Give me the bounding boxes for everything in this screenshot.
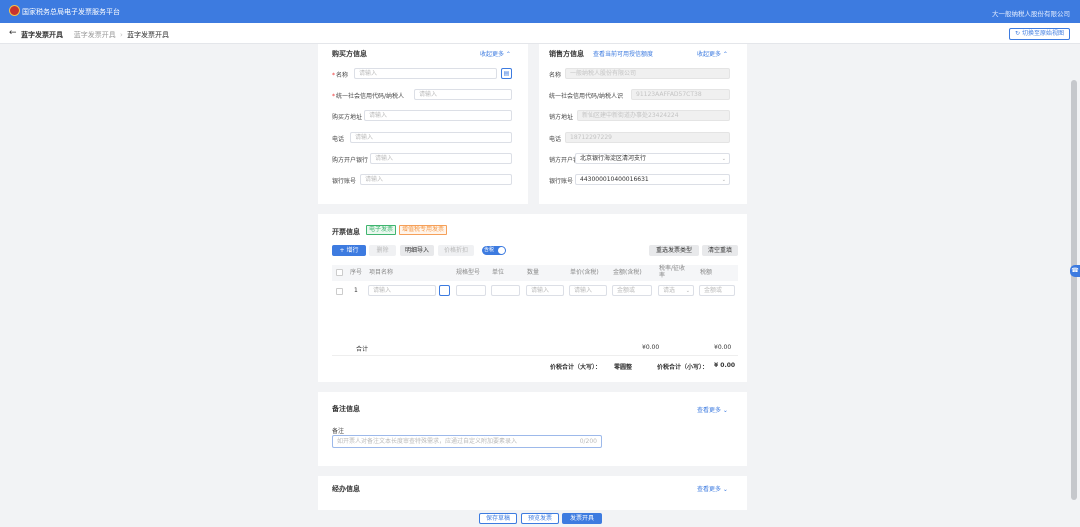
remark-title: 备注信息 bbox=[332, 405, 360, 413]
col-qty: 数量 bbox=[527, 269, 540, 276]
breadcrumb: 蓝字发票开具 蓝字发票开具 › 蓝字发票开具 bbox=[21, 31, 169, 39]
add-row-button[interactable]: + 增行 bbox=[332, 245, 366, 256]
app-title: 国家税务总局电子发票服务平台 bbox=[22, 8, 120, 16]
row-lookup-icon[interactable] bbox=[439, 285, 450, 296]
seller-collapse-link[interactable]: 收起更多 ⌃ bbox=[697, 49, 728, 58]
sum-upper-label: 价税合计（大写）： bbox=[550, 364, 602, 371]
col-price: 单价(含税) bbox=[570, 269, 599, 276]
bottom-action-bar: 保存草稿 预览发票 发票开具 bbox=[0, 510, 1080, 527]
seller-taxid-label: 统一社会信用代码/纳税人识 bbox=[549, 93, 624, 100]
switch-view-button[interactable]: ↻ 切换至原始视图 bbox=[1009, 28, 1070, 40]
seller-name-label: 名称 bbox=[549, 72, 562, 79]
row-checkbox[interactable] bbox=[336, 288, 343, 295]
row-spec-input[interactable] bbox=[456, 285, 486, 296]
buyer-phone-input[interactable]: 请输入 bbox=[350, 132, 512, 143]
company-name[interactable]: 大一般纳税人股份有限公司 bbox=[992, 8, 1070, 18]
remark-card: 备注信息 查看更多 ⌄ 备注 如开票人对备注文本长度审查特殊需求，应通过自定义附… bbox=[318, 392, 747, 466]
invoice-title: 开票信息 bbox=[332, 228, 360, 236]
save-draft-button[interactable]: 保存草稿 bbox=[479, 513, 517, 524]
tax-emblem-icon bbox=[9, 5, 20, 16]
seller-address-input: 新仙区建中新街道办事处23424224 bbox=[577, 110, 730, 121]
col-index: 序号 bbox=[350, 269, 363, 276]
row-amount-input[interactable]: 金额或 bbox=[612, 285, 652, 296]
table-header: 序号 项目名称 规格型号 单位 数量 单价(含税) 金额(含税) 税率/征收率 … bbox=[332, 265, 738, 281]
col-amount: 金额(含税) bbox=[613, 269, 642, 276]
row-tax-input[interactable]: 金额或 bbox=[699, 285, 735, 296]
remark-label: 备注 bbox=[332, 428, 345, 435]
page-scrollbar[interactable] bbox=[1071, 80, 1077, 500]
buyer-account-label: 银行账号 bbox=[332, 178, 357, 185]
table-row: 1 请输入 请输入 请输入 金额或 请选 ⌄ 金额或 bbox=[332, 283, 738, 299]
buyer-bank-label: 购方开户银行 bbox=[332, 157, 369, 164]
seller-bank-select[interactable]: 北京银行海淀区清河支行 ⌄ bbox=[575, 153, 730, 164]
buyer-lookup-icon[interactable]: ▤ bbox=[501, 68, 512, 79]
col-name: 项目名称 bbox=[369, 269, 394, 276]
row-qty-input[interactable]: 请输入 bbox=[526, 285, 564, 296]
detail-import-button[interactable]: 明细导入 bbox=[400, 245, 434, 256]
buyer-phone-label: 电话 bbox=[332, 136, 345, 143]
price-discount-button[interactable]: 价格折扣 bbox=[438, 245, 474, 256]
row-price-input[interactable]: 请输入 bbox=[569, 285, 607, 296]
vat-special-tag: 增值税专用发票 bbox=[399, 225, 448, 235]
top-bar: 国家税务总局电子发票服务平台 大一般纳税人股份有限公司 bbox=[0, 0, 1080, 23]
row-rate-select[interactable]: 请选 ⌄ bbox=[658, 285, 694, 296]
col-rate: 税率/征收率 bbox=[659, 265, 686, 279]
handler-card: 经办信息 查看更多 ⌄ bbox=[318, 476, 747, 510]
breadcrumb-item-current: 蓝字发票开具 bbox=[126, 31, 169, 39]
remark-textarea[interactable]: 如开票人对备注文本长度审查特殊需求，应通过自定义附加要素录入 0/200 bbox=[332, 435, 602, 448]
buyer-address-input[interactable]: 请输入 bbox=[364, 110, 512, 121]
headset-icon[interactable]: ☎ bbox=[1070, 265, 1080, 277]
seller-name-input: 一般纳税人股份有限公司 bbox=[565, 68, 730, 79]
credit-limit-link[interactable]: 查看当前可用授信额度 bbox=[593, 49, 653, 58]
e-invoice-tag: 电子发票 bbox=[366, 225, 397, 235]
seller-card: 销售方信息 查看当前可用授信额度 收起更多 ⌃ 名称 一般纳税人股份有限公司 统… bbox=[539, 44, 747, 204]
preview-invoice-button[interactable]: 预览发票 bbox=[521, 513, 559, 524]
delete-row-button[interactable]: 删除 bbox=[369, 245, 396, 256]
handler-title: 经办信息 bbox=[332, 485, 360, 493]
row-index: 1 bbox=[354, 287, 358, 294]
seller-title: 销售方信息 bbox=[549, 50, 584, 58]
seller-phone-label: 电话 bbox=[549, 136, 562, 143]
buyer-card: 购买方信息 收起更多 ⌃ *名称 请输入 ▤ *统一社会信用代码/纳税人 请输入… bbox=[318, 44, 528, 204]
back-arrow-icon[interactable]: ← bbox=[9, 28, 17, 38]
row-unit-input[interactable] bbox=[491, 285, 520, 296]
seller-phone-input: 18712297229 bbox=[565, 132, 730, 143]
handler-more-link[interactable]: 查看更多 ⌄ bbox=[697, 484, 728, 493]
col-tax: 税额 bbox=[700, 269, 713, 276]
clear-button[interactable]: 清空重填 bbox=[702, 245, 738, 256]
buyer-name-input[interactable]: 请输入 bbox=[354, 68, 497, 79]
col-unit: 单位 bbox=[492, 269, 505, 276]
row-name-input[interactable]: 请输入 bbox=[368, 285, 436, 296]
buyer-taxid-input[interactable]: 请输入 bbox=[414, 89, 512, 100]
seller-account-select[interactable]: 443000010400016631 ⌄ bbox=[575, 174, 730, 185]
sum-upper-value: 零圆整 bbox=[614, 364, 633, 371]
breadcrumb-bar: ← 蓝字发票开具 蓝字发票开具 › 蓝字发票开具 ↻ 切换至原始视图 bbox=[0, 23, 1080, 44]
sum-lower-label: 价税合计（小写）： bbox=[657, 364, 709, 371]
invoice-card: 开票信息 电子发票 增值税专用发票 + 增行 删除 明细导入 价格折扣 含税 重… bbox=[318, 214, 747, 382]
buyer-address-label: 购买方地址 bbox=[332, 114, 363, 121]
buyer-collapse-link[interactable]: 收起更多 ⌃ bbox=[480, 49, 511, 58]
breadcrumb-item[interactable]: 蓝字发票开具 bbox=[74, 31, 116, 39]
reselect-type-button[interactable]: 重选发票类型 bbox=[649, 245, 699, 256]
remark-char-count: 0/200 bbox=[579, 438, 597, 445]
seller-address-label: 销方地址 bbox=[549, 114, 574, 121]
issue-invoice-button[interactable]: 发票开具 bbox=[562, 513, 602, 524]
sum-lower-value: ¥ 0.00 bbox=[714, 362, 736, 369]
buyer-taxid-label: *统一社会信用代码/纳税人 bbox=[332, 93, 405, 100]
total-label: 合计 bbox=[356, 346, 369, 353]
seller-taxid-input: 91123AAFFAD57CT38 bbox=[631, 89, 730, 100]
remark-more-link[interactable]: 查看更多 ⌄ bbox=[697, 405, 728, 414]
tax-inclusive-toggle[interactable]: 含税 bbox=[482, 246, 506, 255]
total-amount: ¥0.00 bbox=[642, 344, 660, 351]
buyer-account-input[interactable]: 请输入 bbox=[360, 174, 512, 185]
total-tax: ¥0.00 bbox=[714, 344, 732, 351]
buyer-title: 购买方信息 bbox=[332, 50, 367, 58]
col-spec: 规格型号 bbox=[456, 269, 481, 276]
buyer-bank-input[interactable]: 请输入 bbox=[370, 153, 512, 164]
seller-account-label: 银行账号 bbox=[549, 178, 574, 185]
page-title: 蓝字发票开具 bbox=[21, 31, 63, 39]
buyer-name-label: *名称 bbox=[332, 72, 349, 79]
table-divider bbox=[332, 355, 738, 356]
select-all-checkbox[interactable] bbox=[336, 269, 343, 276]
